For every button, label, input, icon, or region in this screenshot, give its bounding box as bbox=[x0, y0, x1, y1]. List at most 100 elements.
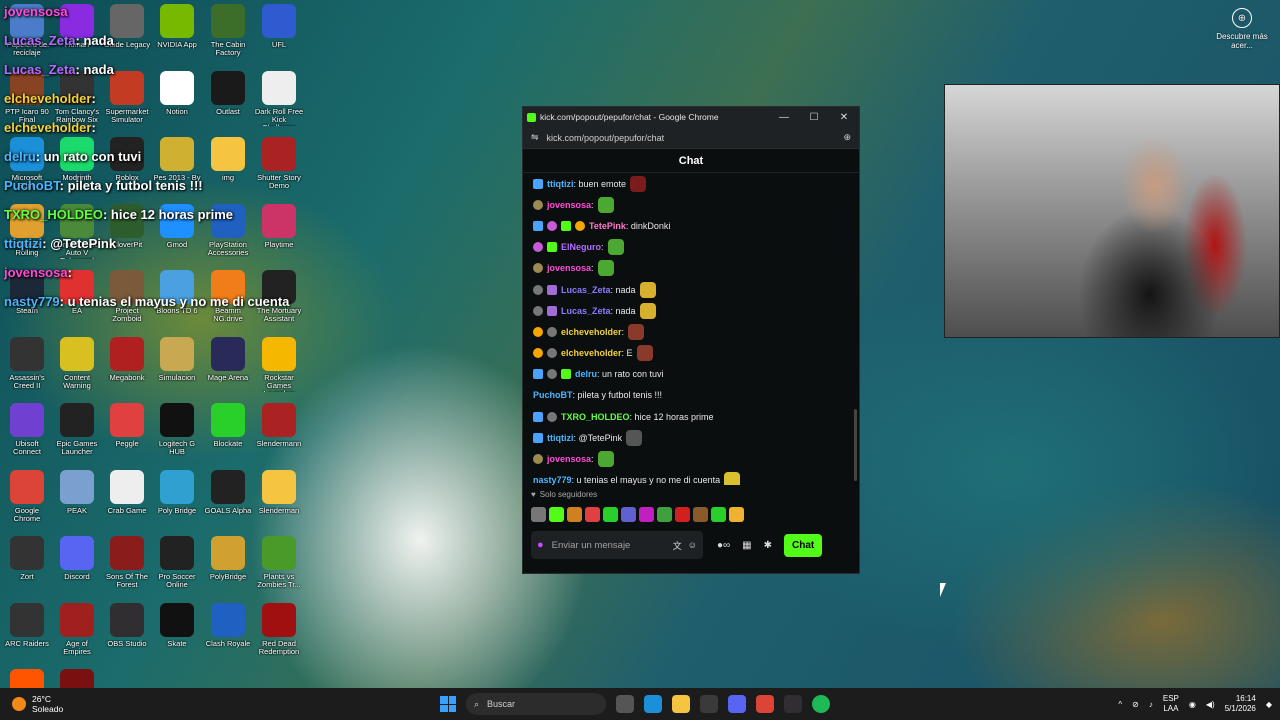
desktop-icon[interactable]: ARC Raiders bbox=[2, 602, 52, 648]
desktop-icon[interactable]: Outlast bbox=[203, 70, 253, 116]
chat-username[interactable]: TXRO_HOLDEO bbox=[561, 412, 630, 422]
discord-taskbar-icon[interactable] bbox=[728, 695, 746, 713]
desktop-icon[interactable]: Poly Bridge bbox=[152, 469, 202, 515]
clock[interactable]: 16:14 5/1/2026 bbox=[1225, 694, 1256, 715]
file-explorer-icon[interactable] bbox=[672, 695, 690, 713]
desktop-icon[interactable]: OBS Studio bbox=[102, 602, 152, 648]
chat-username[interactable]: Lucas_Zeta bbox=[561, 285, 611, 295]
desktop-icon[interactable]: Red Dead Redemption bbox=[254, 602, 304, 657]
chat-username[interactable]: elcheveholder bbox=[561, 348, 622, 358]
quick-emote-icon[interactable] bbox=[657, 506, 672, 522]
desktop-icon[interactable]: Google Chrome bbox=[2, 469, 52, 524]
desktop-icon[interactable]: Content Warning bbox=[52, 336, 102, 391]
quick-emote-icon[interactable] bbox=[585, 506, 600, 522]
desktop-icon[interactable]: Playtime bbox=[254, 203, 304, 249]
desktop-icon[interactable]: Blockate bbox=[203, 403, 253, 448]
quick-emote-icon[interactable] bbox=[621, 506, 636, 522]
desktop-icon[interactable]: Rockstar Games Launcher bbox=[254, 336, 304, 392]
language-indicator[interactable]: ESP LAA bbox=[1163, 694, 1179, 713]
quick-emote-icon[interactable] bbox=[531, 506, 546, 522]
url-text[interactable]: kick.com/popout/pepufor/chat bbox=[547, 133, 844, 143]
desktop-icon[interactable]: Megabonk bbox=[102, 336, 152, 382]
desktop-icon[interactable]: Discord bbox=[52, 536, 102, 581]
desktop-icon[interactable]: Slenderman bbox=[254, 469, 304, 515]
mic-icon[interactable]: ● bbox=[537, 539, 544, 551]
desktop-icon[interactable]: Zort bbox=[2, 536, 52, 581]
quick-emote-icon[interactable] bbox=[549, 506, 564, 522]
chat-message-list[interactable]: ttiqtizi: buen emote jovensosa: TetePink: … bbox=[523, 173, 859, 485]
tray-chevron-icon[interactable]: ^ bbox=[1118, 700, 1122, 709]
desktop-icon[interactable]: Skate bbox=[152, 602, 202, 648]
chat-scrollbar[interactable] bbox=[854, 409, 857, 481]
desktop-icon[interactable]: Slendermann bbox=[254, 403, 304, 448]
desktop-icon[interactable]: Supermarket Simulator bbox=[102, 70, 152, 125]
translate-icon[interactable]: 文 bbox=[673, 539, 682, 552]
task-view-icon[interactable] bbox=[616, 695, 634, 713]
users-icon[interactable]: ●∞ bbox=[717, 540, 730, 551]
chat-username[interactable]: nasty779 bbox=[533, 475, 572, 485]
volume-icon[interactable]: ◀) bbox=[1206, 700, 1215, 709]
desktop-icon[interactable]: Ubisoft Connect bbox=[2, 403, 52, 457]
chat-username[interactable]: TetePink bbox=[589, 221, 626, 231]
desktop-icon[interactable]: PolyBridge bbox=[203, 536, 253, 581]
desktop-icon[interactable]: Clash Royale bbox=[203, 602, 253, 648]
quick-emote-icon[interactable] bbox=[603, 506, 618, 522]
chat-username[interactable]: ttiqtizi bbox=[547, 179, 574, 189]
weather-widget[interactable]: 26°C Soleado bbox=[12, 694, 132, 714]
chat-username[interactable]: jovensosa bbox=[547, 200, 591, 210]
minimize-button[interactable]: — bbox=[769, 112, 799, 123]
settings-gear-icon[interactable]: ✱ bbox=[764, 540, 772, 551]
notification-bell-icon[interactable]: ◆ bbox=[1266, 700, 1272, 709]
quick-emote-icon[interactable] bbox=[675, 506, 690, 522]
emote-quick-bar[interactable] bbox=[523, 503, 859, 525]
obs-taskbar-icon[interactable] bbox=[784, 695, 802, 713]
taskbar-search[interactable]: ⌕ Buscar bbox=[466, 693, 606, 715]
quick-emote-icon[interactable] bbox=[693, 506, 708, 522]
desktop-icon[interactable]: The Cabin Factory bbox=[203, 4, 253, 58]
desktop-icon[interactable]: Mage Arena bbox=[203, 336, 253, 382]
desktop-icon[interactable]: UFL bbox=[254, 4, 304, 49]
start-button[interactable] bbox=[440, 696, 456, 712]
discover-widget[interactable]: ⊕ Descubre más acer... bbox=[1216, 8, 1268, 50]
desktop-icon[interactable]: Notion bbox=[152, 70, 202, 116]
mic-tray-icon[interactable]: ♪ bbox=[1149, 700, 1153, 709]
send-chat-button[interactable]: Chat bbox=[784, 533, 823, 557]
chrome-taskbar-icon[interactable] bbox=[756, 695, 774, 713]
zoom-icon[interactable]: ⊕ bbox=[843, 132, 851, 143]
network-off-icon[interactable]: ⊘ bbox=[1132, 700, 1139, 709]
address-bar[interactable]: ⇋ kick.com/popout/pepufor/chat ⊕ bbox=[523, 127, 859, 149]
chat-input[interactable]: ● Enviar un mensaje 文 ☺ bbox=[531, 531, 703, 559]
close-button[interactable]: ✕ bbox=[829, 112, 859, 123]
chat-username[interactable]: jovensosa bbox=[547, 454, 591, 464]
desktop-icon[interactable]: img bbox=[203, 137, 253, 182]
spotify-taskbar-icon[interactable] bbox=[812, 695, 830, 713]
store-icon[interactable]: ▦ bbox=[742, 540, 751, 551]
desktop-icon[interactable]: Pro Soccer Online bbox=[152, 536, 202, 590]
quick-emote-icon[interactable] bbox=[567, 506, 582, 522]
desktop-icon[interactable]: Assassin's Creed II bbox=[2, 336, 52, 391]
chat-username[interactable]: jovensosa bbox=[547, 263, 591, 273]
chat-username[interactable]: Lucas_Zeta bbox=[561, 306, 611, 316]
desktop-icon[interactable]: NVIDIA App bbox=[152, 4, 202, 49]
chat-username[interactable]: elcheveholder bbox=[561, 327, 622, 337]
desktop-icon[interactable]: Dark Roll Free Kick Challenge bbox=[254, 70, 304, 126]
desktop-icon[interactable]: Crab Game bbox=[102, 469, 152, 515]
chat-username[interactable]: ttiqtizi bbox=[547, 433, 574, 443]
desktop-icon[interactable]: Age of Empires bbox=[52, 602, 102, 657]
desktop-icon[interactable]: Plants vs Zombies Tr... bbox=[254, 536, 304, 590]
store-taskbar-icon[interactable] bbox=[700, 695, 718, 713]
desktop-icon[interactable]: Logitech G HUB bbox=[152, 403, 202, 457]
desktop-icon[interactable]: Peggle bbox=[102, 403, 152, 448]
quick-emote-icon[interactable] bbox=[729, 506, 744, 522]
desktop-icon[interactable]: Shutter Story Demo bbox=[254, 137, 304, 191]
desktop-icon[interactable]: Pes 2013 - By bbox=[152, 137, 202, 182]
quick-emote-icon[interactable] bbox=[639, 506, 654, 522]
quick-emote-icon[interactable] bbox=[711, 506, 726, 522]
desktop-icon[interactable]: Sons Of The Forest bbox=[102, 536, 152, 590]
chat-username[interactable]: delru bbox=[575, 369, 597, 379]
site-info-icon[interactable]: ⇋ bbox=[531, 132, 539, 143]
chat-username[interactable]: ElNeguro bbox=[561, 242, 601, 252]
desktop-icon[interactable]: PEAK bbox=[52, 469, 102, 515]
desktop-icon[interactable]: Simulacion bbox=[152, 336, 202, 382]
desktop-icon[interactable]: GOALS Alpha bbox=[203, 469, 253, 515]
